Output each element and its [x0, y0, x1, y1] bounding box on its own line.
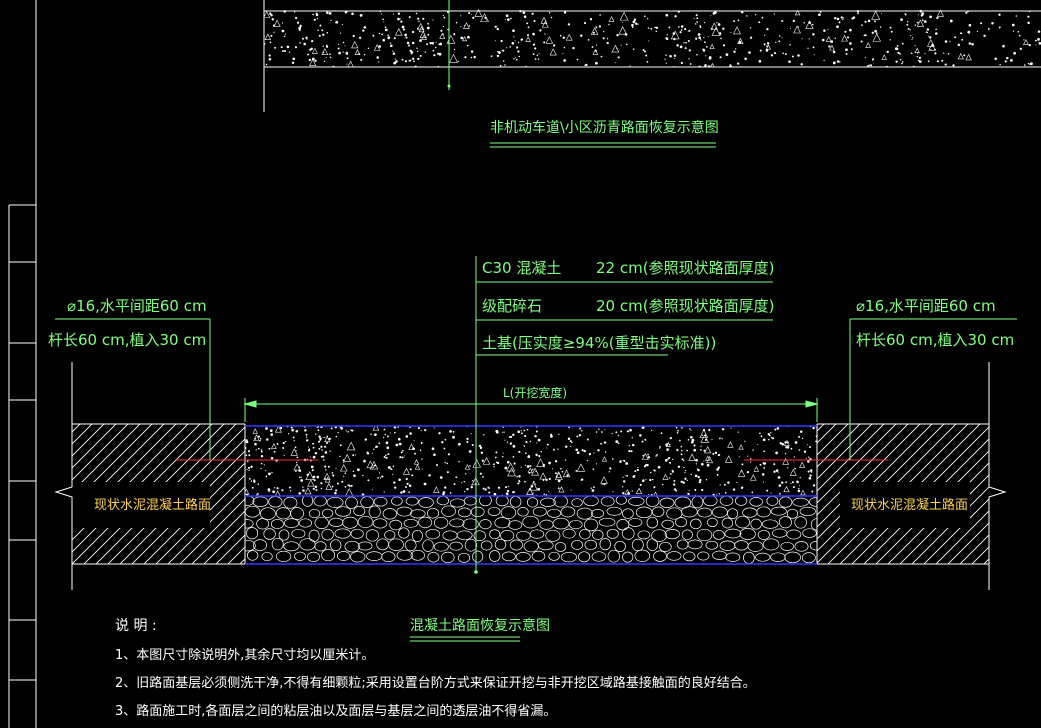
- note-item: 1、本图尺寸除说明外,其余尺寸均以厘米计。: [115, 648, 375, 663]
- existing-pavement-right: [816, 362, 1007, 590]
- dimension-line: [243, 398, 819, 422]
- dimension-label: L(开挖宽度): [503, 386, 568, 400]
- layer-1-material: C30 混凝土: [482, 259, 562, 277]
- top-drawing-title: 非机动车道\小区沥青路面恢复示意图: [490, 120, 719, 136]
- rebar-right-length: 杆长60 cm,植入30 cm: [856, 331, 1015, 349]
- section-title: 混凝土路面恢复示意图: [410, 618, 550, 634]
- concrete-layer: [245, 426, 817, 496]
- gravel-layer: [245, 496, 817, 564]
- note-item: 3、路面施工时,各面层之间的粘层油以及面层与基层之间的透层油不得省漏。: [115, 704, 557, 719]
- layer-1-thickness: 22 cm(参照现状路面厚度): [596, 259, 775, 277]
- existing-pavement-right-label: 现状水泥混凝土路面: [851, 498, 969, 513]
- existing-pavement-left-label: 现状水泥混凝土路面: [94, 498, 212, 513]
- upper-detail: [263, 0, 1041, 112]
- existing-pavement-left: [54, 362, 246, 590]
- layer-2-thickness: 20 cm(参照现状路面厚度): [596, 297, 775, 315]
- rebar-right-spec: ⌀16,水平间距60 cm: [856, 297, 996, 315]
- layer-3-material: 土基(压实度≥94%(重型击实标准)): [482, 334, 717, 352]
- layer-2-material: 级配碎石: [482, 297, 543, 315]
- rebar-left-length: 杆长60 cm,植入30 cm: [48, 331, 207, 349]
- notes-heading: 说 明 :: [115, 618, 157, 634]
- note-item: 2、旧路面基层必须侧洗干净,不得有细颗粒;采用设置台阶方式来保证开挖与非开挖区域…: [115, 676, 756, 691]
- left-frame: [8, 0, 37, 728]
- rebar-left-spec: ⌀16,水平间距60 cm: [67, 297, 207, 315]
